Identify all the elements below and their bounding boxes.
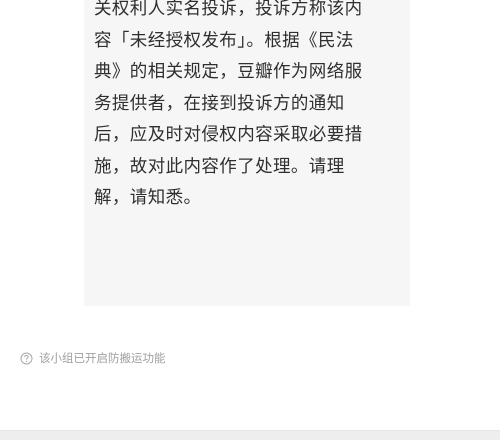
anti-repost-note: 该小组已开启防搬运功能 — [20, 350, 166, 366]
notice-line-1: 关权利人实名投诉，投诉方称该内 — [94, 0, 363, 19]
anti-repost-text: 该小组已开启防搬运功能 — [39, 351, 166, 365]
notice-line-2: 容「未经授权发布」。根据《民法 — [94, 30, 354, 51]
question-circle-icon — [20, 352, 33, 365]
notice-line-6: 施，故对此内容作了处理。请理 — [94, 156, 345, 177]
bottom-strip — [0, 430, 500, 440]
notice-line-7: 解，请知悉。 — [94, 188, 202, 208]
notice-line-4: 务提供者，在接到投诉方的通知 — [94, 93, 345, 114]
notice-card: 关权利人实名投诉，投诉方称该内 容「未经授权发布」。根据《民法 典》的相关规定，… — [84, 0, 410, 306]
notice-line-5: 后，应及时对侵权内容采取必要措 — [94, 125, 363, 145]
notice-line-3: 典》的相关规定，豆瓣作为网络服 — [94, 62, 363, 82]
page: 关权利人实名投诉，投诉方称该内 容「未经授权发布」。根据《民法 典》的相关规定，… — [0, 0, 500, 440]
